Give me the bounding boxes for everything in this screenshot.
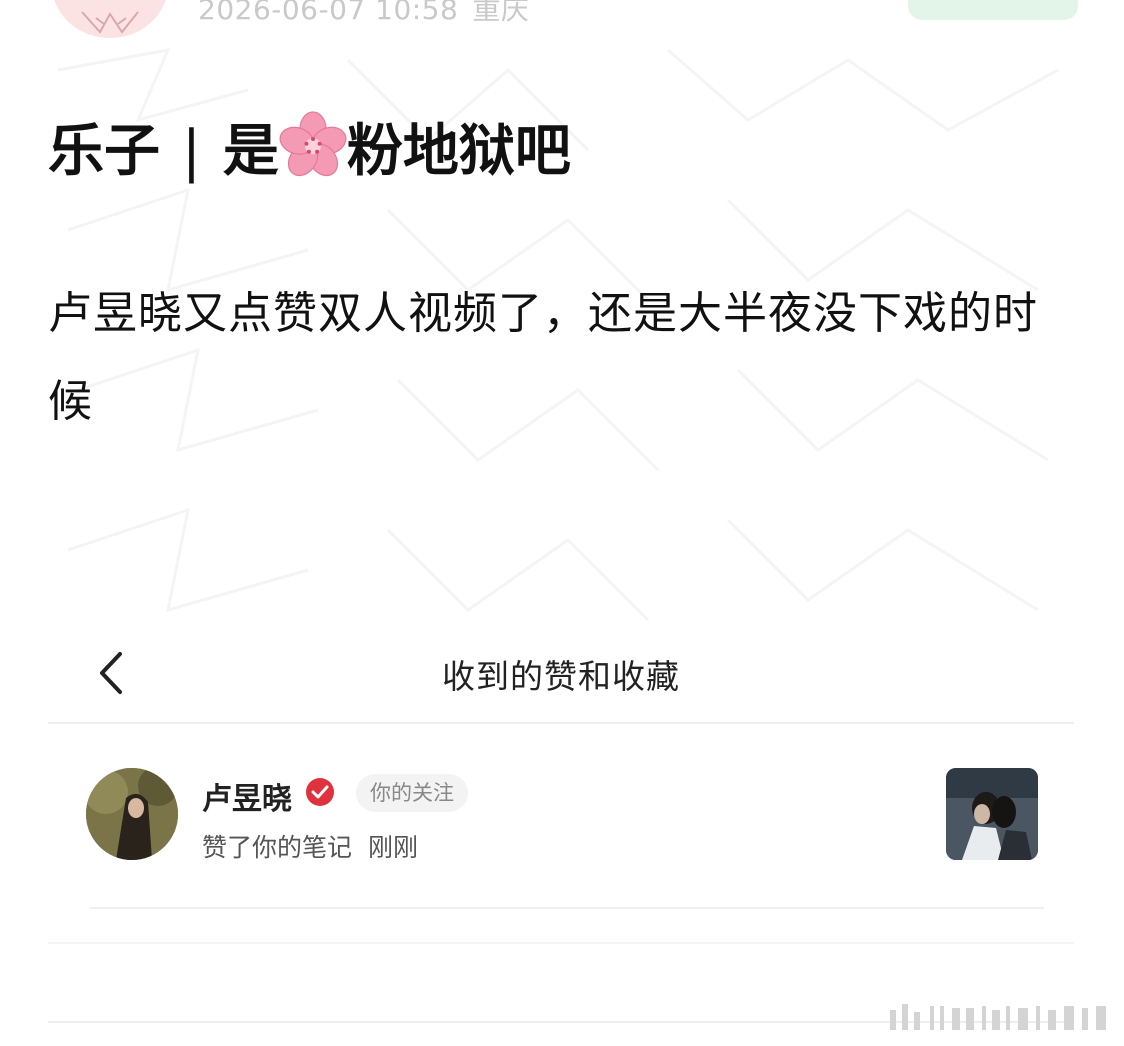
note-thumbnail-icon[interactable] [946,768,1038,860]
user-avatar-icon [81,11,139,34]
title-prefix: 乐子 [48,119,160,184]
post-location: 重庆 [472,0,530,26]
post-date: 2026-06-07 10:58 [198,0,459,26]
title-separator: | [182,119,201,184]
title-suffix: 粉地狱吧 [346,119,571,184]
cherry-blossom-icon [279,111,347,177]
divider [48,942,1074,944]
action-label: 赞了你的笔记 [202,833,353,862]
notification-action: 赞了你的笔记 刚刚 [202,828,418,864]
action-time: 刚刚 [368,833,419,862]
verified-badge-icon [306,778,334,806]
user-name[interactable]: 卢昱晓 [202,774,292,818]
notification-item[interactable]: 卢昱晓 你的关注 赞了你的笔记 刚刚 [48,740,1074,900]
divider [90,907,1044,909]
divider [48,722,1074,724]
post-title: 乐子 | 是 粉地狱吧 [48,108,571,190]
author-avatar[interactable] [52,0,168,38]
post-meta: 2026-06-07 10:58 重庆 [198,0,529,28]
source-watermark [890,1004,1106,1030]
embedded-nav-bar: 收到的赞和收藏 [48,628,1074,722]
follow-status-badge: 你的关注 [356,774,468,812]
nav-title: 收到的赞和收藏 [442,657,680,696]
title-mid: 是 [222,119,279,184]
user-avatar[interactable] [86,768,178,860]
follow-button[interactable] [908,0,1078,20]
post-body: 卢昱晓又点赞双人视频了，还是大半夜没下戏的时候 [48,288,1038,427]
